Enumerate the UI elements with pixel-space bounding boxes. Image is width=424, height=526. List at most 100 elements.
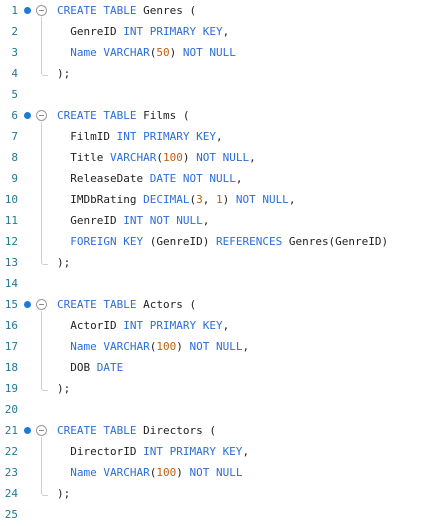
code-editor[interactable]: 1 CREATE TABLE Genres (2 GenreID INT PRIM… [0, 0, 424, 524]
sql-number: 100 [156, 340, 177, 353]
line-number: 2 [11, 25, 18, 38]
line-number: 9 [11, 172, 18, 185]
line-number: 4 [11, 67, 18, 80]
code-line[interactable]: 24); [0, 484, 424, 505]
sql-keyword: NOT NULL [182, 46, 236, 59]
code-line[interactable]: 4); [0, 64, 424, 85]
sql-text: , [242, 340, 250, 353]
code-line[interactable]: 11 GenreID INT NOT NULL, [0, 211, 424, 232]
line-code: GenreID INT NOT NULL, [57, 214, 209, 228]
sql-keyword: INT NOT NULL [123, 214, 203, 227]
breakpoint-dot-icon[interactable] [24, 7, 31, 14]
code-line[interactable]: 18 DOB DATE [0, 358, 424, 379]
collapse-circle-icon[interactable] [36, 110, 47, 121]
sql-text: , [249, 151, 256, 164]
line-number: 3 [11, 46, 18, 59]
sql-text: ); [57, 256, 71, 269]
sql-number: 100 [162, 151, 183, 164]
line-number: 22 [4, 445, 18, 458]
line-code: Name VARCHAR(100) NOT NULL, [57, 340, 249, 354]
collapse-circle-icon[interactable] [36, 425, 47, 436]
line-number: 8 [11, 151, 18, 164]
code-line[interactable]: 21 CREATE TABLE Directors ( [0, 421, 424, 442]
sql-text: Films ( [136, 109, 190, 122]
code-line[interactable]: 15 CREATE TABLE Actors ( [0, 295, 424, 316]
code-line[interactable]: 22 DirectorID INT PRIMARY KEY, [0, 442, 424, 463]
code-line[interactable]: 5 [0, 85, 424, 106]
code-line[interactable]: 2 GenreID INT PRIMARY KEY, [0, 22, 424, 43]
code-line[interactable]: 25 [0, 505, 424, 526]
sql-keyword: VARCHAR [109, 151, 157, 164]
line-code: DOB DATE [57, 361, 123, 375]
sql-text: (GenreID) [143, 235, 216, 248]
line-code: CREATE TABLE Actors ( [57, 298, 196, 312]
code-line[interactable]: 19); [0, 379, 424, 400]
sql-text: , [202, 214, 210, 227]
sql-text: ); [57, 487, 71, 500]
collapse-circle-icon[interactable] [36, 5, 47, 16]
sql-text: ) [182, 151, 197, 164]
sql-number: 100 [156, 466, 177, 479]
line-number: 1 [11, 4, 18, 17]
code-line[interactable]: 16 ActorID INT PRIMARY KEY, [0, 316, 424, 337]
code-line[interactable]: 13); [0, 253, 424, 274]
sql-keyword: Name VARCHAR [70, 466, 150, 479]
sql-text: ) [176, 466, 190, 479]
code-line[interactable]: 14 [0, 274, 424, 295]
code-line[interactable]: 1 CREATE TABLE Genres ( [0, 1, 424, 22]
line-number: 14 [4, 277, 18, 290]
code-line[interactable]: 17 Name VARCHAR(100) NOT NULL, [0, 337, 424, 358]
code-line[interactable]: 3 Name VARCHAR(50) NOT NULL [0, 43, 424, 64]
line-number: 13 [4, 256, 18, 269]
code-line[interactable]: 23 Name VARCHAR(100) NOT NULL [0, 463, 424, 484]
sql-keyword: CREATE TABLE [57, 4, 137, 17]
line-code: Title VARCHAR(100) NOT NULL, [57, 151, 256, 165]
fold-guide-end [41, 70, 48, 76]
sql-keyword: INT PRIMARY KEY [123, 319, 223, 332]
line-code: ); [57, 382, 70, 396]
sql-text: Directors ( [136, 424, 216, 437]
line-code: ActorID INT PRIMARY KEY, [57, 319, 229, 333]
fold-guide-end [41, 385, 48, 391]
sql-text: , [222, 25, 230, 38]
sql-text: , [215, 130, 223, 143]
line-number: 20 [4, 403, 18, 416]
collapse-circle-icon[interactable] [36, 299, 47, 310]
sql-text: Genres(GenreID) [282, 235, 389, 248]
code-line[interactable]: 12 FOREIGN KEY (GenreID) REFERENCES Genr… [0, 232, 424, 253]
sql-text: FilmID [57, 130, 117, 143]
code-line[interactable]: 20 [0, 400, 424, 421]
sql-text: ) [176, 340, 190, 353]
code-line[interactable]: 7 FilmID INT PRIMARY KEY, [0, 127, 424, 148]
line-number: 7 [11, 130, 18, 143]
line-code: Name VARCHAR(50) NOT NULL [57, 46, 236, 60]
code-line[interactable]: 10 IMDbRating DECIMAL(3, 1) NOT NULL, [0, 190, 424, 211]
line-code: GenreID INT PRIMARY KEY, [57, 25, 229, 39]
line-code: IMDbRating DECIMAL(3, 1) NOT NULL, [57, 193, 295, 207]
sql-keyword: INT PRIMARY KEY [116, 130, 216, 143]
sql-text: GenreID [57, 214, 124, 227]
sql-keyword: DATE NOT NULL [149, 172, 236, 185]
breakpoint-dot-icon[interactable] [24, 301, 31, 308]
line-code: CREATE TABLE Directors ( [57, 424, 216, 438]
sql-number: 3 [196, 193, 203, 206]
sql-keyword: FOREIGN KEY [70, 235, 144, 248]
line-number: 6 [11, 109, 18, 122]
breakpoint-dot-icon[interactable] [24, 112, 31, 119]
code-line[interactable]: 8 Title VARCHAR(100) NOT NULL, [0, 148, 424, 169]
sql-keyword: REFERENCES [215, 235, 283, 248]
sql-keyword: DATE [96, 361, 124, 374]
breakpoint-dot-icon[interactable] [24, 427, 31, 434]
sql-text: ); [57, 67, 71, 80]
fold-guide-end [41, 259, 48, 265]
sql-text: Actors ( [136, 298, 197, 311]
code-line[interactable]: 6 CREATE TABLE Films ( [0, 106, 424, 127]
line-code: ); [57, 487, 70, 501]
sql-keyword: NOT NULL [235, 193, 289, 206]
line-code: ); [57, 256, 70, 270]
code-line[interactable]: 9 ReleaseDate DATE NOT NULL, [0, 169, 424, 190]
sql-number: 1 [215, 193, 223, 206]
line-code: FilmID INT PRIMARY KEY, [57, 130, 223, 144]
